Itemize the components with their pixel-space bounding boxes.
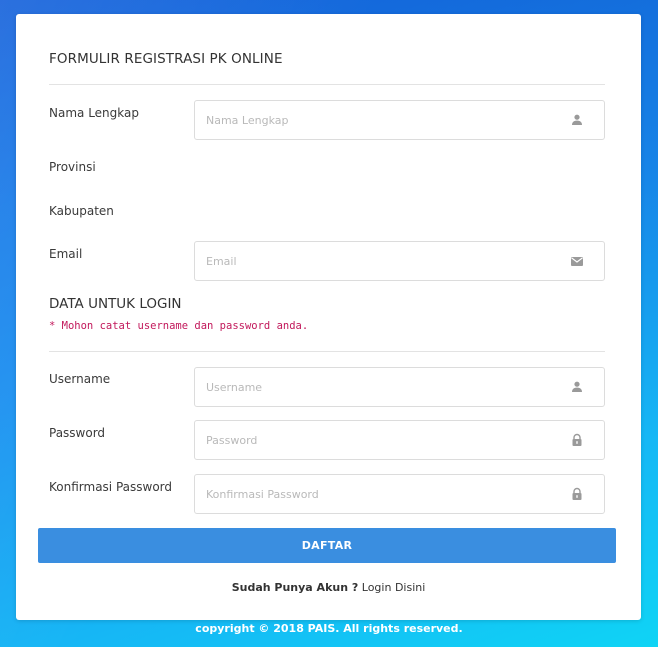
username-input[interactable] — [206, 368, 556, 406]
nama-input[interactable] — [206, 101, 556, 139]
email-label: Email — [49, 247, 83, 261]
nama-label: Nama Lengkap — [49, 106, 139, 120]
konfirmasi-field — [194, 474, 605, 514]
password-field — [194, 420, 605, 460]
registration-card: FORMULIR REGISTRASI PK ONLINE Nama Lengk… — [16, 14, 641, 620]
envelope-icon — [571, 257, 583, 266]
section-divider — [49, 351, 605, 352]
kabupaten-label: Kabupaten — [49, 204, 114, 218]
username-field — [194, 367, 605, 407]
login-link[interactable]: Login Disini — [362, 581, 426, 594]
password-label: Password — [49, 426, 106, 440]
login-prompt: Sudah Punya Akun ? Login Disini — [16, 581, 641, 594]
login-notice: * Mohon catat username dan password anda… — [49, 320, 309, 332]
have-account-text: Sudah Punya Akun ? — [231, 581, 359, 594]
daftar-button[interactable]: DAFTAR — [38, 528, 616, 563]
user-icon — [572, 114, 582, 125]
copyright-text: copyright © 2018 PAIS. All rights reserv… — [195, 622, 463, 635]
title-divider — [49, 84, 605, 85]
email-input[interactable] — [206, 242, 556, 280]
nama-field — [194, 100, 605, 140]
password-input[interactable] — [206, 421, 556, 459]
email-field — [194, 241, 605, 281]
konfirmasi-label: Konfirmasi Password — [49, 480, 172, 494]
username-label: Username — [49, 372, 111, 386]
konfirmasi-input[interactable] — [206, 475, 556, 513]
login-section-title: DATA UNTUK LOGIN — [49, 296, 182, 312]
form-title: FORMULIR REGISTRASI PK ONLINE — [49, 51, 283, 67]
provinsi-label: Provinsi — [49, 160, 96, 174]
lock-icon — [572, 487, 582, 500]
user-icon — [572, 381, 582, 392]
lock-icon — [572, 433, 582, 446]
